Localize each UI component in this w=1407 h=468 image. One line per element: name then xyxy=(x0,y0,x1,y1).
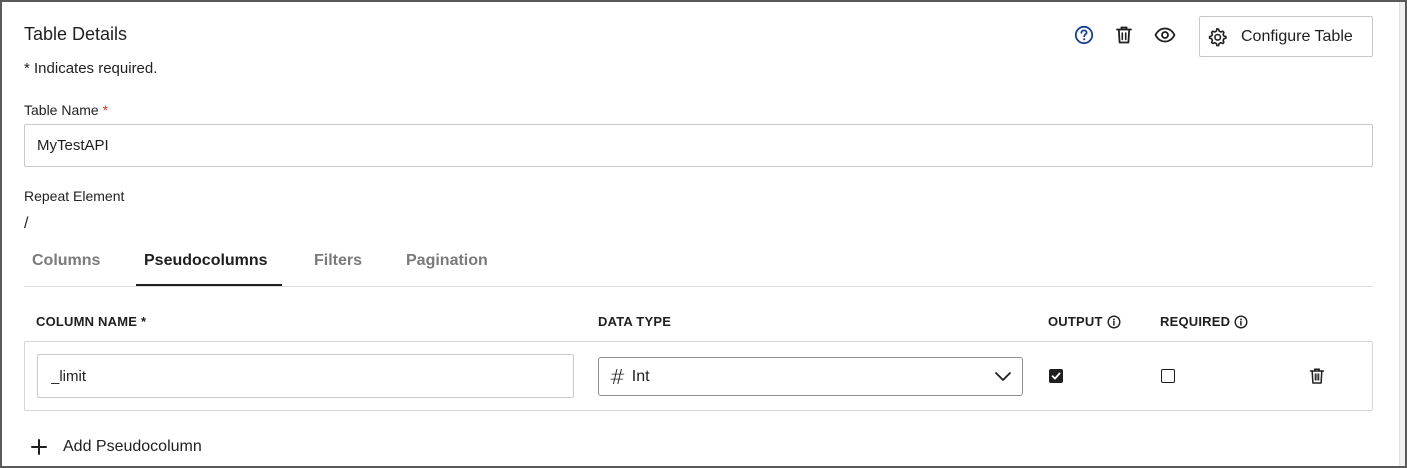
data-type-select[interactable]: # Int xyxy=(598,357,1023,396)
tab-columns[interactable]: Columns xyxy=(32,252,100,270)
eye-icon xyxy=(1154,27,1176,43)
trash-icon xyxy=(1309,368,1325,384)
required-checkbox[interactable] xyxy=(1161,369,1175,383)
info-icon[interactable] xyxy=(1107,314,1121,329)
delete-row-button[interactable] xyxy=(1306,365,1328,387)
table-name-label-text: Table Name xyxy=(24,102,99,118)
page-title: Table Details xyxy=(24,24,128,44)
preview-button[interactable] xyxy=(1152,22,1178,48)
info-icon[interactable] xyxy=(1234,314,1248,329)
output-checkbox[interactable] xyxy=(1049,369,1063,383)
hash-icon: # xyxy=(609,364,626,389)
add-pseudocolumn-button[interactable]: Add Pseudocolumn xyxy=(28,436,202,458)
chevron-down-icon xyxy=(995,372,1011,381)
header-required-label: REQUIRED xyxy=(1160,314,1231,329)
tab-pseudocolumns[interactable]: Pseudocolumns xyxy=(144,252,268,270)
header-output: OUTPUT xyxy=(1048,314,1121,329)
tab-pagination[interactable]: Pagination xyxy=(406,252,488,270)
delete-table-button[interactable] xyxy=(1111,22,1137,48)
tab-filters[interactable]: Filters xyxy=(314,252,362,270)
help-icon xyxy=(1074,25,1094,45)
tab-bar: Columns Pseudocolumns Filters Pagination xyxy=(24,244,1373,287)
required-star: * xyxy=(102,102,109,118)
repeat-element-label: Repeat Element xyxy=(24,188,125,204)
repeat-element-value: / xyxy=(24,215,29,232)
configure-table-label: Configure Table xyxy=(1241,27,1353,45)
plus-icon xyxy=(28,436,50,458)
required-note: * Indicates required. xyxy=(24,60,158,77)
column-name-input[interactable] xyxy=(37,354,574,398)
table-name-input[interactable] xyxy=(24,124,1373,167)
table-name-label: Table Name * xyxy=(24,102,108,118)
header-required: REQUIRED xyxy=(1160,314,1248,329)
header-data-type: DATA TYPE xyxy=(598,314,672,329)
active-tab-indicator xyxy=(136,284,282,286)
scrollbar-track[interactable] xyxy=(1399,2,1405,466)
gear-icon xyxy=(1208,27,1227,46)
data-type-value: Int xyxy=(631,367,650,385)
help-button[interactable] xyxy=(1071,22,1097,48)
add-pseudocolumn-label: Add Pseudocolumn xyxy=(63,438,202,455)
trash-icon xyxy=(1116,26,1132,44)
header-output-label: OUTPUT xyxy=(1048,314,1103,329)
configure-table-button[interactable]: Configure Table xyxy=(1199,16,1373,57)
checkmark-icon xyxy=(1051,372,1061,380)
header-column-name: COLUMN NAME * xyxy=(36,314,147,329)
